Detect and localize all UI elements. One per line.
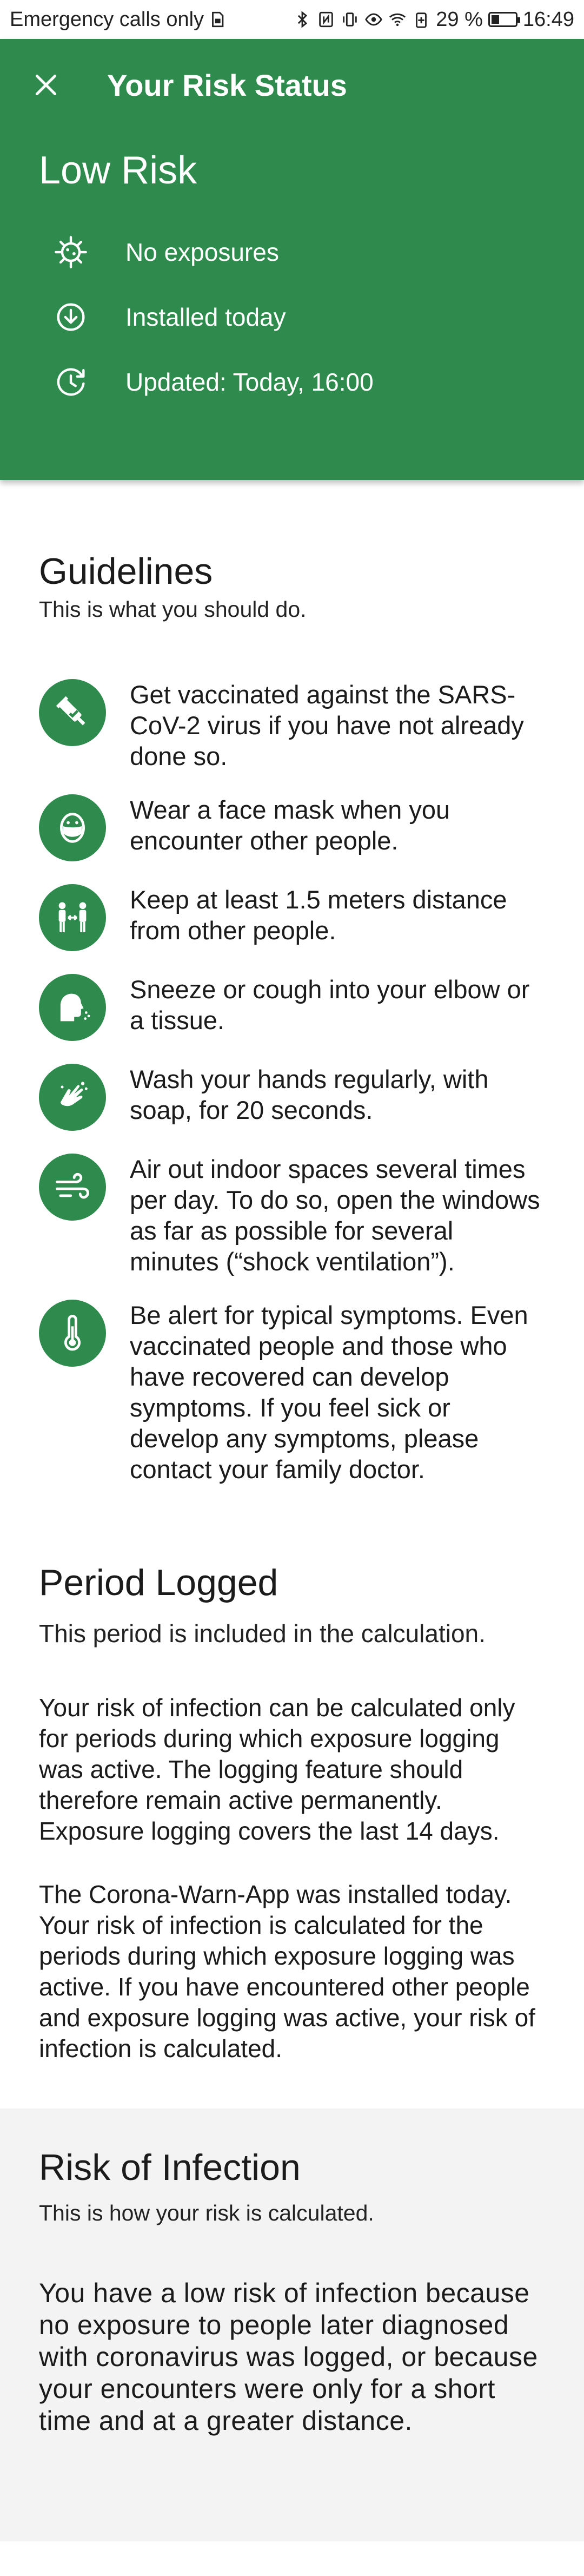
guideline-text: Air out indoor spaces several times per …	[130, 1155, 540, 1276]
vibrate-icon	[341, 10, 359, 29]
guideline-text: Get vaccinated against the SARS-CoV-2 vi…	[130, 680, 524, 770]
guidelines-list: Get vaccinated against the SARS-CoV-2 vi…	[39, 679, 545, 1485]
bluetooth-icon	[293, 10, 311, 29]
vaccine-icon	[39, 679, 106, 746]
wifi-icon	[388, 10, 407, 29]
distance-icon	[39, 884, 106, 951]
risk-detail-text: Updated: Today, 16:00	[125, 368, 374, 396]
guideline-text: Wash your hands regularly, with soap, fo…	[130, 1065, 489, 1124]
nfc-icon	[317, 10, 335, 29]
list-item: Be alert for typical symptoms. Even vacc…	[39, 1300, 545, 1485]
battery-percent: 29 %	[436, 8, 483, 31]
hand-wash-icon	[39, 1064, 106, 1131]
page-title: Your Risk Status	[107, 68, 347, 102]
period-subtitle: This period is included in the calculati…	[39, 1619, 486, 1648]
ventilation-icon	[39, 1154, 106, 1221]
guideline-text: Sneeze or cough into your elbow or a tis…	[130, 975, 530, 1035]
guideline-text: Be alert for typical symptoms. Even vacc…	[130, 1301, 528, 1484]
clock-time: 16:49	[522, 8, 574, 31]
sim-icon	[208, 10, 227, 29]
status-bar: Emergency calls only 29 % 16:49	[0, 0, 584, 39]
risk-detail-text: No exposures	[125, 238, 279, 266]
risk-level: Low Risk	[39, 149, 197, 192]
risk-detail-text: Installed today	[125, 303, 286, 331]
list-item: Wash your hands regularly, with soap, fo…	[39, 1064, 545, 1131]
guideline-text: Wear a face mask when you encounter othe…	[130, 795, 450, 855]
battery-icon	[488, 12, 520, 27]
list-item: Air out indoor spaces several times per …	[39, 1154, 545, 1277]
infection-subtitle: This is how your risk is calculated.	[39, 2201, 374, 2225]
risk-of-infection-section: Risk of Infection This is how your risk …	[0, 2109, 584, 2541]
list-item: Sneeze or cough into your elbow or a tis…	[39, 974, 545, 1041]
virus-icon	[49, 230, 93, 274]
period-paragraph: Your risk of infection can be calculated…	[39, 1694, 515, 1845]
period-logged-section: Period Logged This period is included in…	[0, 1507, 584, 2064]
close-icon	[35, 74, 57, 96]
risk-detail-exposures: No exposures	[0, 220, 584, 285]
eye-icon	[364, 10, 383, 29]
battery-saver-icon	[412, 10, 430, 29]
list-item: Keep at least 1.5 meters distance from o…	[39, 884, 545, 951]
close-button[interactable]	[32, 71, 59, 98]
infection-paragraph: You have a low risk of infection because…	[39, 2278, 538, 2436]
download-icon	[49, 295, 93, 339]
face-mask-icon	[39, 794, 106, 861]
risk-details: No exposures Installed today Updated: To…	[0, 220, 584, 414]
list-item: Get vaccinated against the SARS-CoV-2 vi…	[39, 679, 545, 772]
list-item: Wear a face mask when you encounter othe…	[39, 794, 545, 861]
period-title: Period Logged	[39, 1562, 278, 1603]
guideline-text: Keep at least 1.5 meters distance from o…	[130, 885, 507, 945]
period-paragraph: The Corona-Warn-App was installed today.…	[39, 1880, 535, 2063]
sneeze-icon	[39, 974, 106, 1041]
clock-icon	[49, 360, 93, 404]
risk-detail-updated: Updated: Today, 16:00	[0, 350, 584, 414]
carrier-text: Emergency calls only	[10, 8, 204, 31]
risk-status-header: Your Risk Status Low Risk No exposures I…	[0, 39, 584, 480]
thermometer-icon	[39, 1300, 106, 1367]
guidelines-title: Guidelines	[39, 551, 213, 592]
guidelines-section: Guidelines This is what you should do. G…	[0, 480, 584, 1485]
app-bar: Your Risk Status	[0, 39, 584, 131]
infection-title: Risk of Infection	[39, 2147, 301, 2188]
guidelines-subtitle: This is what you should do.	[39, 597, 307, 622]
risk-detail-installed: Installed today	[0, 285, 584, 350]
